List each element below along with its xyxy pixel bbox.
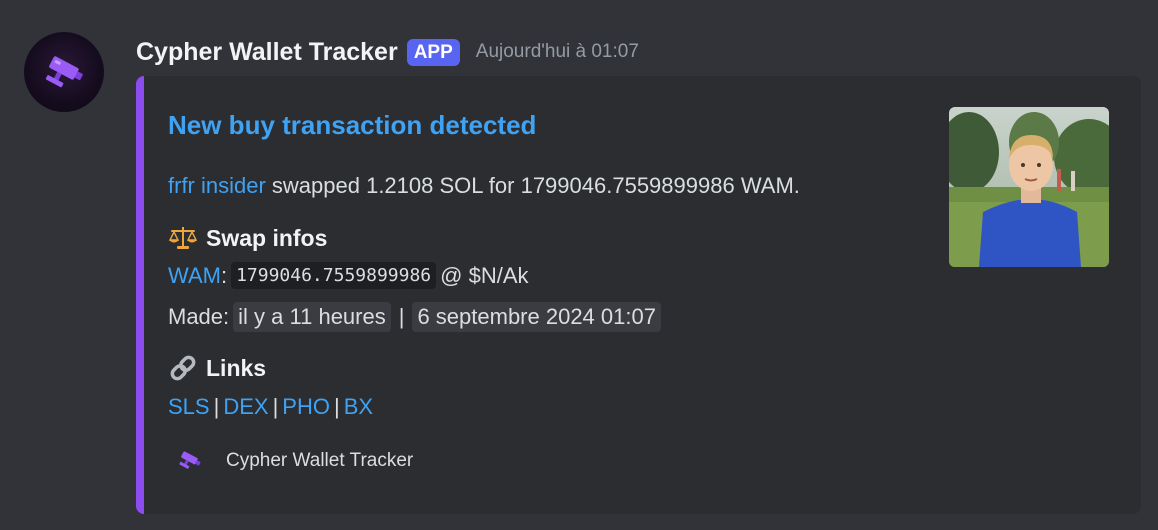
- embed-thumbnail[interactable]: [949, 107, 1109, 267]
- author-name[interactable]: Cypher Wallet Tracker: [136, 38, 398, 67]
- embed-description: frfr insider swapped 1.2108 SOL for 1799…: [168, 173, 800, 199]
- link-separator: |: [272, 394, 279, 419]
- link-dex[interactable]: DEX: [223, 394, 268, 420]
- links-title: Links: [206, 354, 267, 381]
- app-badge: APP: [406, 38, 460, 66]
- token-amount-code: 1799046.7559899986: [231, 262, 437, 289]
- embed-title: New buy transaction detected: [168, 110, 537, 140]
- link-separator: |: [333, 394, 340, 419]
- token-link[interactable]: WAM: [168, 263, 221, 289]
- avatar[interactable]: [24, 32, 104, 112]
- link-sls[interactable]: SLS: [168, 394, 210, 420]
- footer-text: Cypher Wallet Tracker: [226, 450, 414, 471]
- message-timestamp[interactable]: Aujourd'hui à 01:07: [476, 41, 639, 63]
- embed-card: New buy transaction detected frfr inside…: [136, 76, 1141, 514]
- message-header: Cypher Wallet Tracker APP Aujourd'hui à …: [136, 32, 639, 72]
- token-price: @ $N/Ak: [440, 262, 529, 288]
- embed-footer: Cypher Wallet Tracker: [172, 446, 413, 476]
- links-heading: Links: [168, 354, 266, 382]
- chat-message: Cypher Wallet Tracker APP Aujourd'hui à …: [0, 0, 1158, 530]
- link-icon: [168, 354, 198, 382]
- link-pho[interactable]: PHO: [282, 394, 330, 420]
- swap-infos-title: Swap infos: [206, 224, 328, 251]
- links-line: SLS | DEX | PHO | BX: [168, 394, 373, 420]
- security-camera-icon: [172, 446, 208, 476]
- balance-scale-icon: [168, 224, 198, 252]
- token-amount-line: WAM: 1799046.7559899986 @ $N/Ak: [168, 262, 529, 289]
- token-colon: :: [220, 262, 228, 288]
- link-bx[interactable]: BX: [344, 394, 373, 420]
- wallet-link[interactable]: frfr insider: [168, 173, 266, 198]
- relative-time-chip[interactable]: il y a 11 heures: [233, 302, 391, 332]
- description-text: swapped 1.2108 SOL for 1799046.755989998…: [265, 173, 800, 198]
- absolute-time-chip[interactable]: 6 septembre 2024 01:07: [412, 302, 661, 332]
- swap-infos-heading: Swap infos: [168, 224, 327, 252]
- time-separator: |: [398, 304, 405, 329]
- made-label: Made:: [168, 304, 230, 329]
- link-separator: |: [213, 394, 220, 419]
- security-camera-icon: [45, 56, 83, 88]
- made-time-line: Made: il y a 11 heures | 6 septembre 202…: [168, 302, 665, 332]
